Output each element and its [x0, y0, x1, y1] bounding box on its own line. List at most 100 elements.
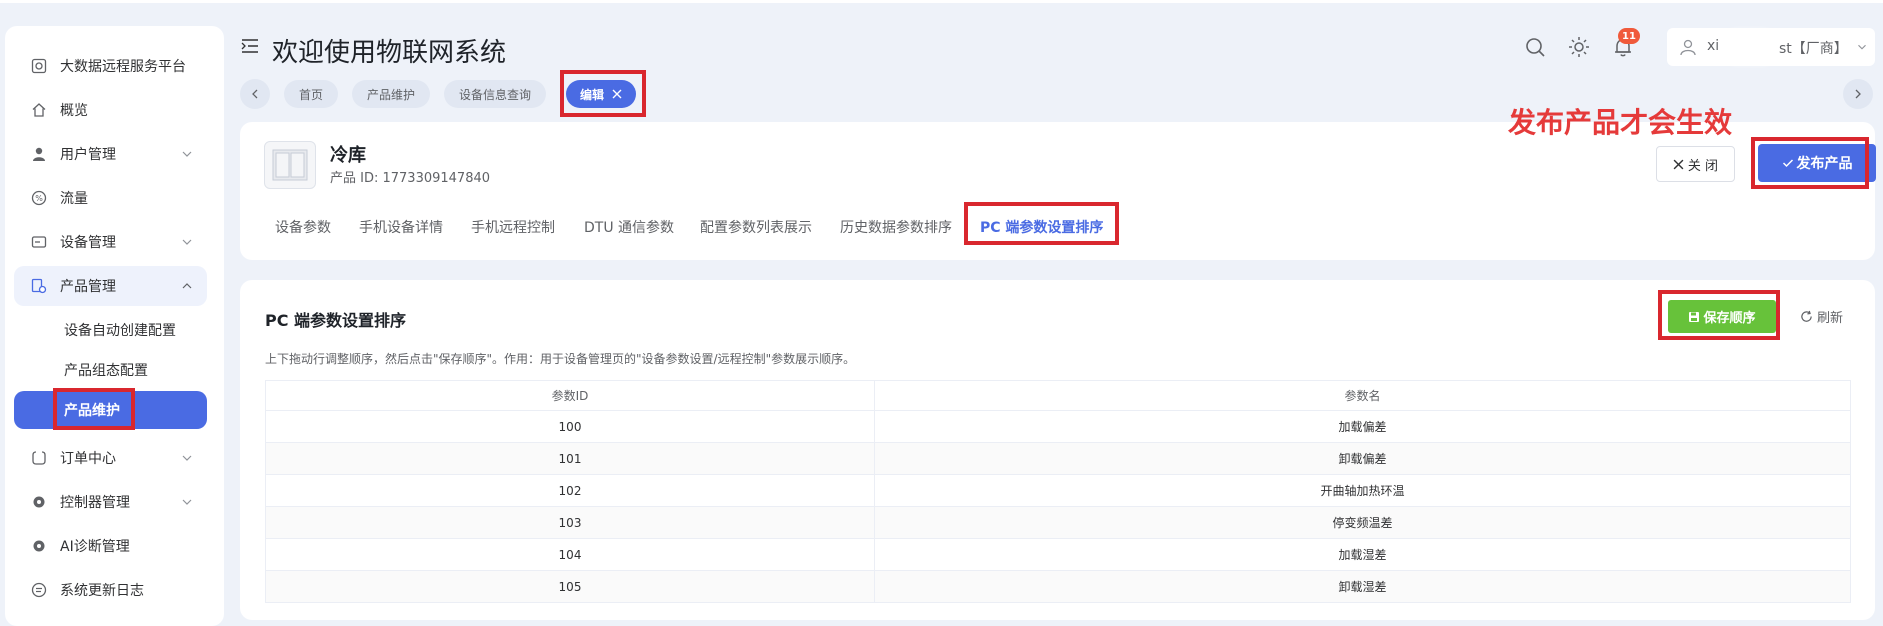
sidebar-item-devices[interactable]: 设备管理 [14, 222, 207, 262]
sidebar-item-overview[interactable]: 概览 [14, 90, 207, 130]
table-row[interactable]: 104 加载湿差 [265, 538, 1851, 571]
param-id-cell: 104 [265, 538, 875, 571]
sidebar-item-label: 控制器管理 [60, 495, 130, 511]
table-row[interactable]: 105 卸载湿差 [265, 570, 1851, 603]
column-header-param-id: 参数ID [265, 380, 875, 411]
percent-icon: % [30, 189, 48, 207]
param-name-cell: 卸载偏差 [874, 442, 1851, 475]
publish-notice: 发布产品才会生效 [1508, 106, 1733, 139]
subtab-dtu-params[interactable]: DTU 通信参数 [584, 217, 674, 237]
order-icon [30, 449, 48, 467]
refresh-label: 刷新 [1817, 311, 1844, 326]
gear-icon [30, 493, 48, 511]
param-name-cell: 卸载湿差 [874, 570, 1851, 603]
user-name-start: xi [1707, 38, 1720, 54]
sidebar-item-orders[interactable]: 订单中心 [14, 438, 207, 478]
close-button[interactable]: 关 闭 [1656, 146, 1735, 182]
refresh-button[interactable]: 刷新 [1800, 307, 1843, 326]
tab-device-info[interactable]: 设备信息查询 [444, 80, 546, 108]
table-row[interactable]: 102 开曲轴加热环温 [265, 474, 1851, 507]
tab-home[interactable]: 首页 [284, 80, 338, 108]
param-id-cell: 105 [265, 570, 875, 603]
tabs-scroll-left-button[interactable] [240, 79, 270, 109]
close-icon [1673, 159, 1684, 169]
chevron-down-icon [1858, 44, 1866, 50]
sidebar-item-ai-diagnosis[interactable]: AI诊断管理 [14, 526, 207, 566]
param-name-cell: 加载湿差 [874, 538, 1851, 571]
search-icon[interactable] [1524, 36, 1546, 58]
sidebar-item-label: 流量 [60, 191, 88, 207]
sidebar-item-controllers[interactable]: 控制器管理 [14, 482, 207, 522]
user-icon [30, 145, 48, 163]
sidebar-item-label: 系统更新日志 [60, 583, 144, 599]
chevron-down-icon [182, 239, 192, 245]
param-id-cell: 102 [265, 474, 875, 507]
sidebar-subitem-label: 设备自动创建配置 [64, 323, 176, 339]
user-name-end: st【厂商】 [1779, 41, 1848, 57]
tab-label: 首页 [298, 87, 323, 102]
param-name-cell: 开曲轴加热环温 [874, 474, 1851, 507]
tab-product-maintenance[interactable]: 产品维护 [352, 80, 430, 108]
subtab-mobile-remote[interactable]: 手机远程控制 [471, 217, 555, 237]
sidebar-item-products[interactable]: 产品管理 [14, 266, 207, 306]
product-thumbnail [264, 141, 316, 189]
theme-sun-icon[interactable] [1568, 36, 1590, 58]
column-header-param-name: 参数名 [874, 380, 1851, 411]
chevron-down-icon [182, 499, 192, 505]
tabs-scroll-right-button[interactable] [1843, 79, 1873, 109]
page-title: 欢迎使用物联网系统 [272, 38, 507, 68]
user-menu[interactable]: xi st【厂商】 [1667, 28, 1875, 66]
highlight-box [1751, 137, 1869, 189]
sidebar-item-changelog[interactable]: 系统更新日志 [14, 570, 207, 610]
refresh-icon [1801, 310, 1812, 322]
product-id: 产品 ID: 1773309147840 [330, 171, 491, 186]
notification-badge: 11 [1618, 28, 1640, 44]
sidebar-subitem-label: 产品组态配置 [64, 363, 148, 379]
subtab-config-list[interactable]: 配置参数列表展示 [700, 217, 812, 237]
highlight-box [1658, 290, 1780, 340]
table-row[interactable]: 101 卸载偏差 [265, 442, 1851, 475]
param-id-cell: 103 [265, 506, 875, 539]
log-icon [30, 581, 48, 599]
chevron-up-icon [182, 283, 192, 289]
subtab-history-sort[interactable]: 历史数据参数排序 [840, 217, 952, 237]
sidebar-item-platform[interactable]: 大数据远程服务平台 [14, 46, 207, 86]
sidebar-item-users[interactable]: 用户管理 [14, 134, 207, 174]
tab-label: 产品维护 [366, 87, 415, 102]
user-avatar-icon [1680, 39, 1696, 56]
section-title: PC 端参数设置排序 [265, 311, 407, 330]
sidebar-item-label: 设备管理 [60, 235, 116, 251]
product-name: 冷库 [330, 145, 366, 166]
product-icon [30, 277, 48, 295]
top-border [0, 0, 1883, 3]
highlight-box [53, 388, 135, 430]
highlight-box [560, 70, 646, 117]
sidebar-item-label: 概览 [60, 103, 88, 119]
subtab-device-params[interactable]: 设备参数 [275, 217, 331, 237]
redacted-blur [1721, 30, 1779, 64]
table-header-row: 参数ID 参数名 [265, 380, 1851, 411]
sidebar-item-traffic[interactable]: % 流量 [14, 178, 207, 218]
tab-label: 设备信息查询 [458, 87, 531, 102]
section-description: 上下拖动行调整顺序，然后点击"保存顺序"。作用：用于设备管理页的"设备参数设置/… [265, 352, 856, 366]
sidebar-item-label: AI诊断管理 [60, 539, 130, 555]
sidebar-item-label: 产品管理 [60, 279, 116, 295]
param-name-cell: 加载偏差 [874, 410, 1851, 443]
platform-icon [30, 57, 48, 75]
gear-icon [30, 537, 48, 555]
chevron-left-icon [252, 89, 258, 99]
chevron-down-icon [182, 455, 192, 461]
collapse-menu-icon[interactable] [241, 38, 259, 54]
table-row[interactable]: 103 停变频温差 [265, 506, 1851, 539]
param-id-cell: 101 [265, 442, 875, 475]
close-button-label: 关 闭 [1687, 158, 1719, 174]
table-row[interactable]: 100 加载偏差 [265, 410, 1851, 443]
sidebar-subitem-auto-create[interactable]: 设备自动创建配置 [14, 311, 207, 349]
param-sort-table: 参数ID 参数名 100 加载偏差 101 卸载偏差 102 开曲轴加热环温 103 停… [265, 380, 1851, 603]
sidebar-item-label: 用户管理 [60, 147, 116, 163]
highlight-box [964, 202, 1119, 245]
subtab-mobile-detail[interactable]: 手机设备详情 [359, 217, 443, 237]
device-icon [30, 233, 48, 251]
svg-text:%: % [35, 194, 43, 203]
sidebar-subitem-config[interactable]: 产品组态配置 [14, 351, 207, 389]
